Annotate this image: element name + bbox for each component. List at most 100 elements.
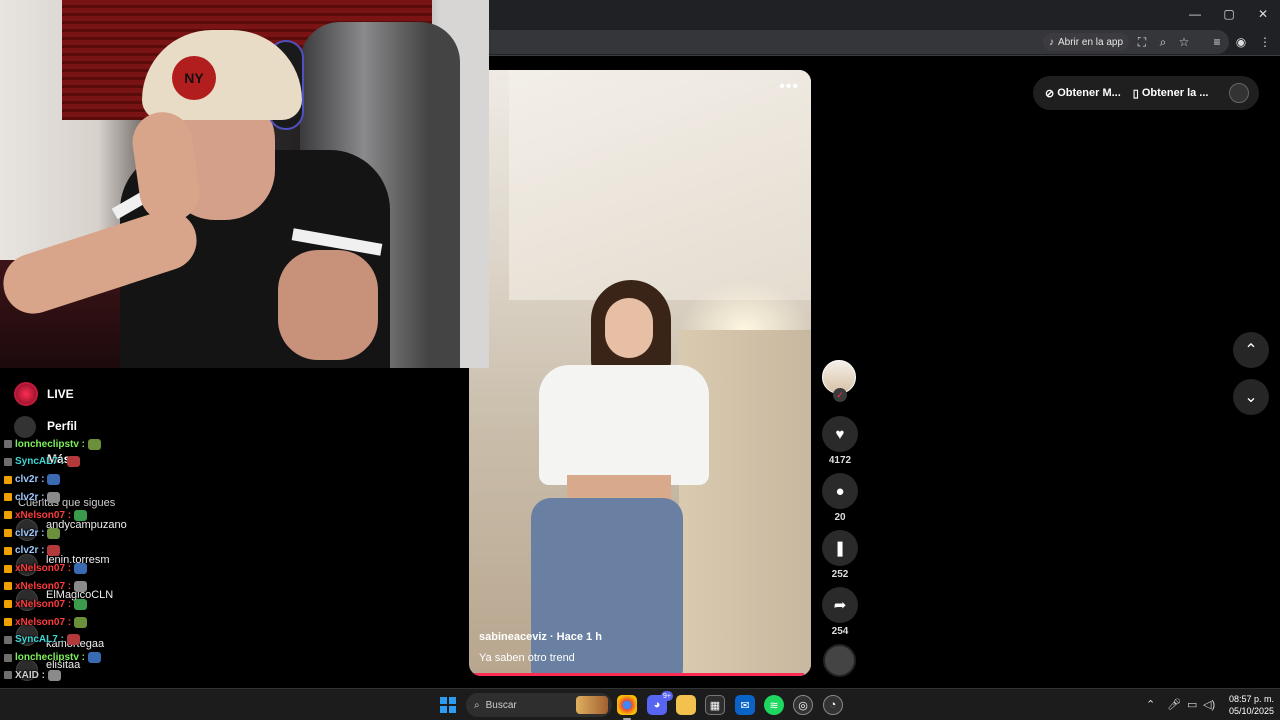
music-disc[interactable] <box>823 644 856 677</box>
app-taskbar-icon[interactable]: ◔ <box>823 695 843 715</box>
get-app-button[interactable]: ▯ Obtener la ... <box>1133 87 1209 100</box>
next-video-button[interactable]: ⌄ <box>1233 379 1269 415</box>
chat-emote-icon <box>47 474 61 486</box>
video-caption: Ya saben otro trend <box>479 652 575 664</box>
video-author[interactable]: sabineaceviz · Hace 1 h <box>479 631 602 643</box>
like-button[interactable]: ♥ <box>822 416 858 452</box>
outlook-taskbar-icon[interactable]: ✉ <box>735 695 755 715</box>
discord-icon: ◕ <box>653 699 661 711</box>
chat-username: xNelson07 : <box>15 598 72 610</box>
nav-profile[interactable]: Perfil <box>47 419 77 433</box>
taskbar-clock[interactable]: 08:57 p. m. 05/10/2025 <box>1222 693 1274 717</box>
follow-check-icon[interactable]: ✓ <box>833 388 847 402</box>
spotify-taskbar-icon[interactable]: ≋ <box>764 695 784 715</box>
search-icon: ⌕ <box>474 699 480 711</box>
chat-message: XAID : <box>4 668 61 682</box>
open-in-app-button[interactable]: ♪ Abrir en la app <box>1043 33 1130 51</box>
profile-avatar-icon[interactable]: ◉ <box>1233 34 1249 50</box>
tray-overflow-icon[interactable]: ⌃ <box>1146 698 1155 711</box>
chat-badge-icon <box>4 440 12 448</box>
close-button[interactable]: ✕ <box>1246 0 1280 28</box>
chat-message: loncheclipstv : <box>4 437 102 451</box>
like-count: 4172 <box>828 455 852 466</box>
chrome-taskbar-icon[interactable] <box>617 695 637 720</box>
store-taskbar-icon[interactable]: ▦ <box>705 695 725 715</box>
chat-message: xNelson07 : <box>4 597 88 611</box>
chat-emote-icon <box>48 669 61 681</box>
chat-username: SyncAL7 : <box>15 456 64 468</box>
discord-notification-badge: 9+ <box>661 691 673 701</box>
chat-emote-icon <box>47 491 61 503</box>
tiktok-logo-icon: ♪ <box>1049 36 1054 48</box>
taskbar-search-label: Buscar <box>485 699 517 711</box>
chat-emote-icon <box>88 652 102 664</box>
chat-message: clv2r : <box>4 544 61 558</box>
discord-taskbar-icon[interactable]: ◕ 9+ <box>647 691 673 715</box>
volume-icon[interactable]: ◁) <box>1203 698 1215 711</box>
user-avatar[interactable] <box>1229 83 1249 103</box>
windows-start-button[interactable] <box>440 697 456 713</box>
tiktok-header: ⊘ Obtener M... ▯ Obtener la ... <box>1033 76 1259 110</box>
taskbar-search[interactable]: ⌕ Buscar <box>466 693 612 717</box>
chat-message: SyncAL7 : <box>4 633 80 647</box>
chat-badge-icon <box>4 653 12 662</box>
chevron-down-icon: ⌄ <box>1244 389 1258 406</box>
share-button[interactable]: ➦ <box>822 587 858 623</box>
previous-video-button[interactable]: ⌃ <box>1233 332 1269 368</box>
webcam-streamer-arm <box>278 250 378 360</box>
chat-username: xNelson07 : <box>15 616 72 628</box>
bookmark-star-icon[interactable]: ☆ <box>1176 34 1192 50</box>
save-button[interactable]: ❚ <box>822 530 858 566</box>
chat-badge-icon <box>4 511 12 520</box>
share-icon: ➦ <box>833 597 847 614</box>
video-player[interactable]: ••• sabineaceviz · Hace 1 h Ya saben otr… <box>469 70 811 676</box>
chevron-up-icon: ⌃ <box>1244 342 1258 359</box>
chat-message: xNelson07 : <box>4 562 88 576</box>
chat-emote-icon <box>74 563 88 575</box>
chat-emote-icon <box>66 456 80 468</box>
search-highlight-image <box>576 696 608 714</box>
heart-icon: ♥ <box>835 425 845 443</box>
file-explorer-taskbar-icon[interactable] <box>676 695 696 715</box>
maximize-button[interactable]: ▢ <box>1212 0 1246 28</box>
minimize-button[interactable]: — <box>1178 0 1212 28</box>
chat-username: clv2r : <box>15 474 45 486</box>
comment-button[interactable]: ● <box>822 473 858 509</box>
get-coins-button[interactable]: ⊘ Obtener M... <box>1045 87 1121 100</box>
chat-username: clv2r : <box>15 527 45 539</box>
microphone-icon[interactable]: 🎤︎ <box>1167 698 1181 711</box>
menu-dots-icon[interactable]: ⋮ <box>1257 34 1273 50</box>
more-options-icon[interactable]: ••• <box>779 78 799 96</box>
webcam-cap-logo: NY <box>172 56 216 100</box>
chat-username: xNelson07 : <box>15 563 72 575</box>
live-icon[interactable] <box>14 382 38 406</box>
chat-emote-icon <box>47 545 61 557</box>
profile-icon[interactable] <box>14 416 36 438</box>
chat-badge-icon <box>4 600 12 609</box>
comment-count: 20 <box>834 512 846 523</box>
clock-date: 05/10/2025 <box>1228 706 1274 716</box>
chat-username: clv2r : <box>15 545 45 557</box>
chat-badge-icon <box>4 635 12 644</box>
author-separator: · <box>549 631 557 643</box>
nav-live[interactable]: LIVE <box>47 387 74 401</box>
translate-icon[interactable]: ⛶ <box>1134 34 1150 50</box>
chat-username: loncheclipstv : <box>15 438 86 450</box>
network-icon[interactable]: ▭ <box>1187 698 1197 711</box>
bookmark-icon: ❚ <box>833 540 847 557</box>
reading-list-icon[interactable]: ≡ <box>1209 34 1225 50</box>
chat-username: xNelson07 : <box>15 580 72 592</box>
video-progress-bar[interactable] <box>469 673 805 676</box>
chat-emote-icon <box>74 598 88 610</box>
windows-taskbar: ⌕ Buscar ◕ 9+ ▦ ✉ ≋ ◎ ◔ ⌃ 🎤︎ ▭ ◁) 08:57 … <box>0 688 1280 720</box>
get-coins-label: Obtener M... <box>1057 87 1121 99</box>
zoom-icon[interactable]: ⌕ <box>1155 34 1171 50</box>
chat-username: clv2r : <box>15 491 45 503</box>
save-count: 252 <box>831 569 849 580</box>
author-name[interactable]: sabineaceviz <box>479 631 547 643</box>
chat-emote-icon <box>74 580 88 592</box>
chat-badge-icon <box>4 546 12 555</box>
chat-badge-icon <box>4 671 12 680</box>
window-controls: — ▢ ✕ <box>1178 0 1280 28</box>
app-taskbar-icon[interactable]: ◎ <box>793 695 813 715</box>
